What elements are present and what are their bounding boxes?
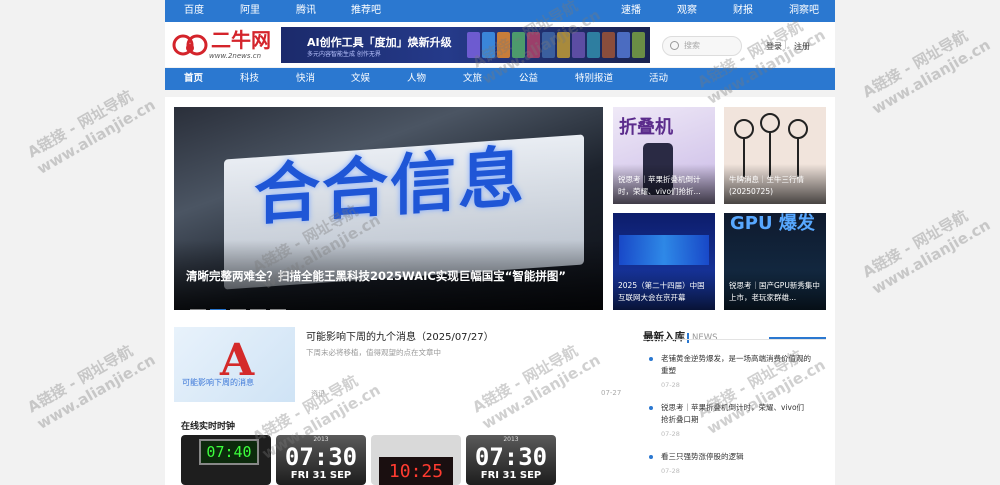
carousel-dots [190, 297, 290, 310]
banner-subtitle: 多元内容智能生成 创作无界 [307, 51, 381, 58]
sidebar-accent-line [769, 337, 826, 339]
sidebar-divider [643, 339, 826, 340]
watermark: A链接 - 网址导航 www.alianjie.cn [24, 341, 159, 433]
nav-item-special-report[interactable]: 特别报道 [575, 68, 613, 90]
banner-title: AI创作工具「度加」焕新升级 [307, 36, 452, 49]
article-title[interactable]: 可能影响下周的九个消息（2025/07/27） [306, 328, 494, 343]
clock-date: FRI 31 SEP [290, 470, 352, 481]
list-item-title[interactable]: 看三只强势涨停股的逻辑 [661, 451, 811, 463]
content-panel: 合合信息 清晰完整两难全？扫描全能王黑科技2025WAIC实现巨幅国宝“智能拼图… [165, 97, 835, 485]
nav-item-charity[interactable]: 公益 [519, 68, 538, 90]
clock-widget[interactable]: 2013 07:30 FRI 31 SEP [276, 435, 366, 485]
sidebar-title-en: NEWS [687, 333, 718, 343]
bullet-icon [649, 406, 653, 410]
search-icon [670, 41, 679, 50]
top-nav-link-observe[interactable]: 观察 [677, 0, 697, 22]
flower-icon [734, 119, 754, 139]
thumb-card[interactable]: GPU 爆发 锐思考｜国产GPU新秀集中上市，老玩家群雄... [724, 213, 826, 310]
clock-year: 2013 [503, 436, 519, 443]
search-input[interactable]: 搜索 [684, 40, 700, 51]
sidebar-title-text: 最新入库 [643, 331, 685, 343]
list-item-date: 07-28 [661, 381, 680, 389]
clock-section-title: 在线实时时钟 [181, 422, 236, 432]
article-summary: 下周末必将移植，值得观望的点在文章中 [306, 348, 441, 357]
nav-item-people[interactable]: 人物 [407, 68, 426, 90]
article-date: 07-27 [601, 389, 622, 397]
top-nav-link-finance[interactable]: 财报 [733, 0, 753, 22]
article-thumbnail[interactable]: A 可能影响下周的消息 [174, 327, 295, 402]
watermark: A链接 - 网址导航 www.alianjie.cn [859, 26, 994, 118]
auth-divider: | [784, 40, 787, 49]
thumb-caption: 锐思考｜苹果折叠机倒计时，荣耀、vivo们抢折... [618, 175, 701, 196]
thumb-card[interactable]: 折叠机 锐思考｜苹果折叠机倒计时，荣耀、vivo们抢折... [613, 107, 715, 204]
nav-item-home[interactable]: 首页 [184, 68, 203, 90]
clock-date: FRI 31 SEP [480, 470, 542, 481]
top-nav-link-ali[interactable]: 阿里 [240, 0, 260, 22]
nav-item-tech[interactable]: 科技 [240, 68, 259, 90]
clock-time: 07:30 [474, 443, 548, 471]
thumb-caption: 牛牌消息｜生牛三行情(20250725) [729, 175, 804, 196]
logo-text: 二牛网 [211, 28, 271, 52]
article-tag[interactable]: 资讯 [311, 389, 325, 399]
watermark: A链接 - 网址导航 www.alianjie.cn [859, 206, 994, 298]
top-nav: 百度 阿里 腾讯 推荐吧 速播 观察 财报 洞察吧 [165, 0, 835, 22]
carousel-dot-active[interactable] [210, 309, 226, 310]
hero-caption[interactable]: 清晰完整两难全？扫描全能王黑科技2025WAIC实现巨幅国宝“智能拼图” [186, 268, 566, 284]
ad-banner[interactable]: AI创作工具「度加」焕新升级 多元内容智能生成 创作无界 [281, 27, 650, 63]
sidebar-title: 最新入库 NEWS [643, 329, 718, 344]
clock-widget[interactable]: 2013 07:30 FRI 31 SEP [466, 435, 556, 485]
clock-time: 07:40 [199, 439, 259, 465]
list-item-date: 07-28 [661, 467, 680, 475]
carousel-dot[interactable] [190, 309, 206, 310]
site-logo[interactable]: 二牛网 www.2news.cn [171, 28, 271, 62]
cow-logo-icon [172, 34, 208, 56]
nav-item-travel[interactable]: 文旅 [463, 68, 482, 90]
logo-url: www.2news.cn [209, 52, 262, 60]
carousel-dot[interactable] [230, 309, 246, 310]
top-nav-link-baidu[interactable]: 百度 [184, 0, 204, 22]
top-nav-link-insight[interactable]: 洞察吧 [789, 0, 819, 22]
list-item-date: 07-28 [661, 430, 680, 438]
clock-year: 2013 [313, 436, 329, 443]
nav-item-entertainment[interactable]: 文娱 [351, 68, 370, 90]
bullet-icon [649, 455, 653, 459]
hero-carousel[interactable]: 合合信息 清晰完整两难全？扫描全能王黑科技2025WAIC实现巨幅国宝“智能拼图… [174, 107, 603, 310]
thumb-overlay-text: 折叠机 [619, 117, 673, 138]
carousel-dot[interactable] [270, 309, 286, 310]
clock-time: 07:30 [284, 443, 358, 471]
bullet-icon [649, 357, 653, 361]
clock-widget[interactable]: 07:40 [181, 435, 271, 485]
article-thumbnail-label: 可能影响下周的消息 [182, 378, 254, 387]
watermark: A链接 - 网址导航 www.alianjie.cn [24, 86, 159, 178]
search-box[interactable]: 搜索 [662, 36, 742, 56]
top-nav-link-subo[interactable]: 速播 [621, 0, 641, 22]
top-nav-link-tencent[interactable]: 腾讯 [296, 0, 316, 22]
list-item-title[interactable]: 老铺黄金逆势爆发，是一场高端消费价值观的重塑 [661, 353, 811, 377]
stage-image [619, 235, 709, 265]
login-link[interactable]: 登录 [766, 41, 782, 52]
clock-time: 10:25 [379, 457, 453, 485]
nav-item-fmcg[interactable]: 快消 [296, 68, 315, 90]
carousel-dot[interactable] [250, 309, 266, 310]
main-nav: 首页 科技 快消 文娱 人物 文旅 公益 特别报道 活动 [165, 68, 835, 90]
thumb-card[interactable]: 2025（第二十四届）中国互联网大会在京开幕 [613, 213, 715, 310]
thumb-caption: 2025（第二十四届）中国互联网大会在京开幕 [618, 281, 705, 302]
flower-icon [788, 119, 808, 139]
nav-item-events[interactable]: 活动 [649, 68, 668, 90]
banner-image-tiles [467, 30, 647, 60]
site-header: 二牛网 www.2news.cn AI创作工具「度加」焕新升级 多元内容智能生成… [165, 22, 835, 67]
thumb-overlay-text: GPU 爆发 [730, 213, 815, 234]
top-nav-link-recommend[interactable]: 推荐吧 [351, 0, 381, 22]
thumb-card[interactable]: 牛牌消息｜生牛三行情(20250725) [724, 107, 826, 204]
register-link[interactable]: 注册 [794, 41, 810, 52]
list-item-title[interactable]: 锐思考｜苹果折叠机倒计时，荣耀、vivo们抢折叠口期 [661, 402, 811, 426]
flower-icon [760, 113, 780, 133]
clock-widget[interactable]: 10:25 [371, 435, 461, 485]
thumb-caption: 锐思考｜国产GPU新秀集中上市，老玩家群雄... [729, 281, 820, 302]
